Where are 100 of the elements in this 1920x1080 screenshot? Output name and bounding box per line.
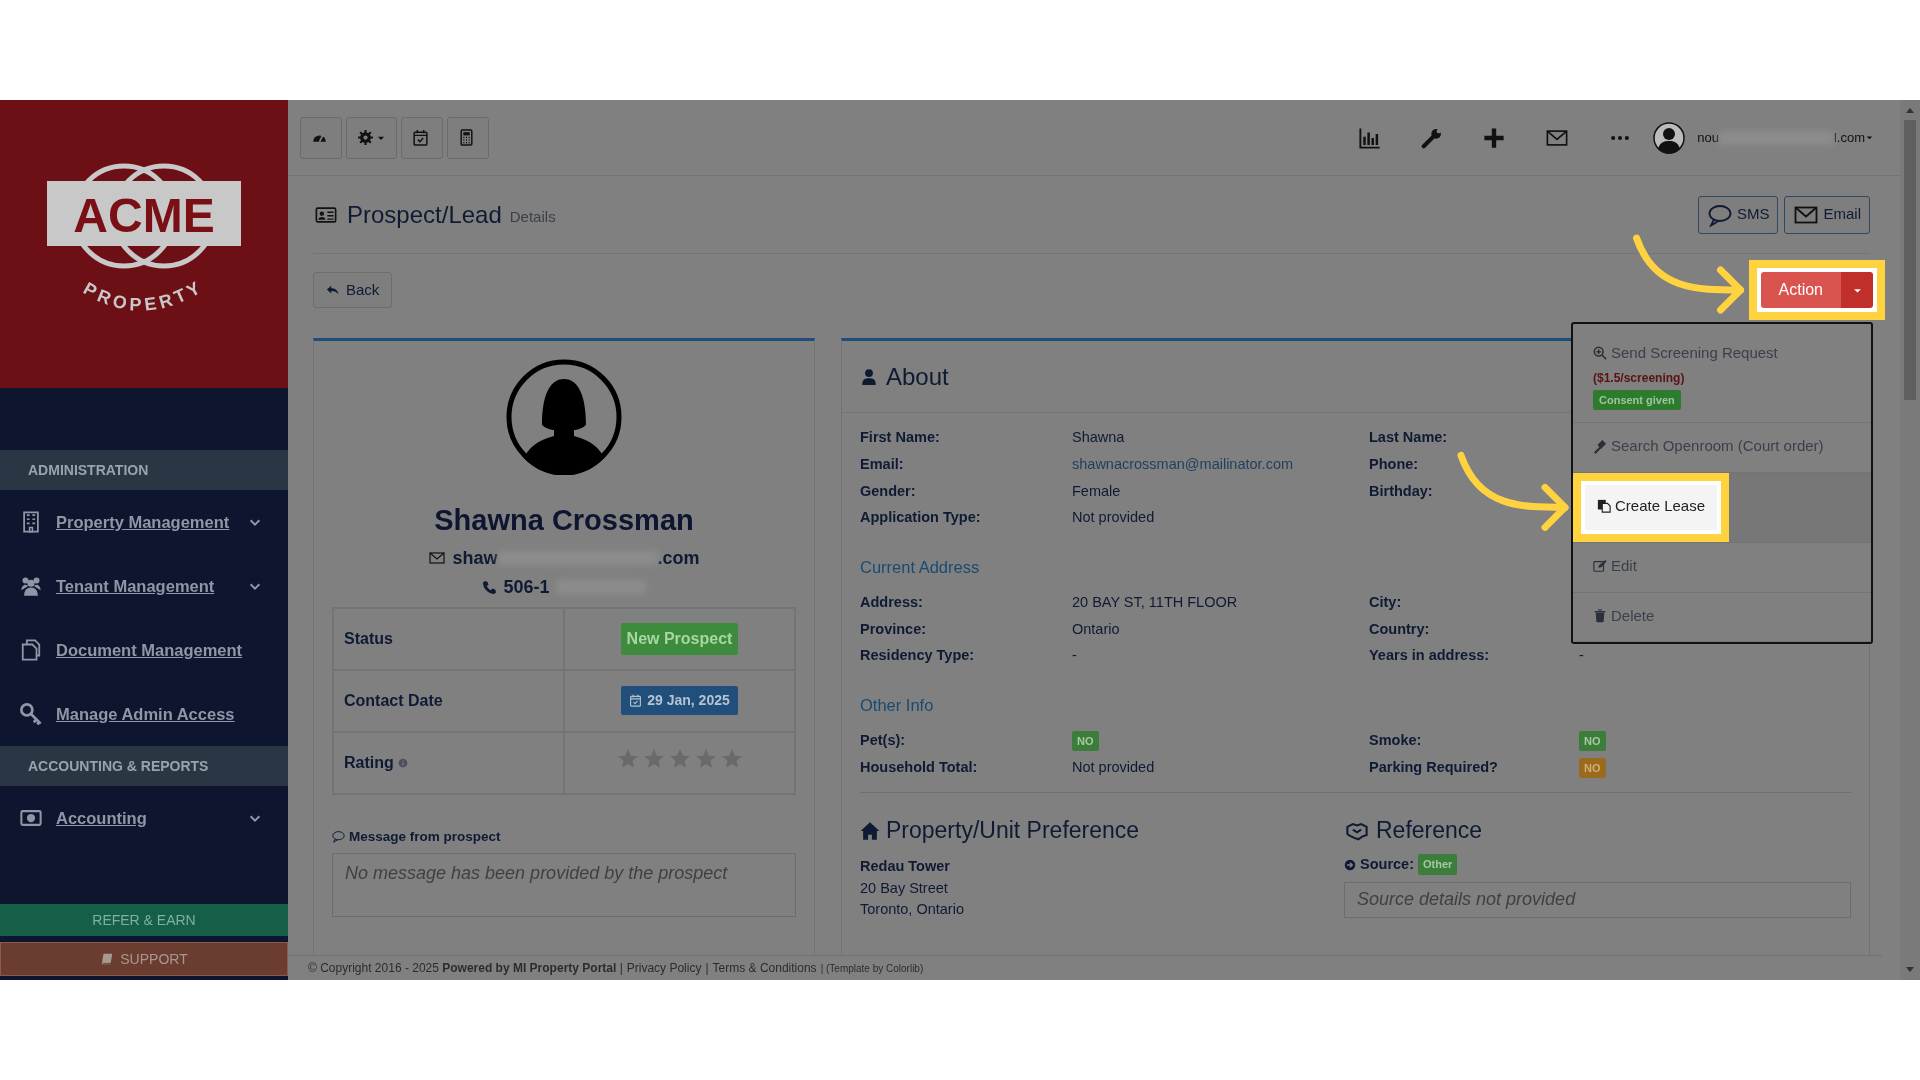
prospect-name: Shawna Crossman [434,503,694,538]
page-title: Prospect/Lead [347,199,502,230]
copy-icon [1597,499,1611,514]
calendar-icon [629,694,643,707]
sidebar-item[interactable]: Manage Admin Access [0,682,288,746]
field-label: Province: [860,619,927,639]
footer-link[interactable]: Privacy Policy [626,959,702,977]
field-value: - [1072,647,1077,664]
source-details-field[interactable]: Source details not provided [1344,881,1851,918]
person-icon [860,366,878,387]
sidebar-item[interactable]: Document Management [0,618,288,682]
edit-icon [1593,559,1607,573]
menu-item[interactable]: Send Screening Request [1593,342,1778,365]
people-icon [18,575,44,597]
field-label: Phone: [1369,454,1419,474]
field-label: First Name: [860,428,940,447]
section-heading: Other Info [860,695,934,716]
wrench-icon[interactable] [1421,126,1444,149]
section-title: About [886,361,949,392]
page-subtitle: Details [509,207,556,228]
refer-earn-button[interactable]: REFER & EARN [0,904,288,936]
scrollbar-thumb[interactable] [1904,120,1916,400]
field-label: Country: [1369,619,1430,639]
back-button[interactable]: Back [313,272,393,308]
field-value: Not provided [1072,758,1155,775]
field-label: Address: [860,592,923,612]
message-field[interactable]: No message has been provided by the prospect [332,852,796,917]
book-icon [100,952,115,966]
gavel-icon [1593,439,1607,454]
menu-item[interactable]: Delete [1573,592,1871,643]
speech-bubble-icon [1706,202,1733,227]
menu-item[interactable]: Create Lease [1585,485,1718,530]
banknote-icon [18,807,44,829]
action-button[interactable]: Action [1760,272,1841,308]
field-label: Household Total: [860,757,978,777]
envelope-icon [428,550,447,566]
consent-badge: Consent given [1593,389,1681,411]
date-badge: 29 Jan, 2025 [621,686,738,715]
field-label: Rating [344,752,394,773]
toolbar-button[interactable] [447,116,489,159]
field-label: Birthday: [1369,481,1433,501]
field-value: Female [1072,482,1121,499]
status-badge: New Prospect [620,622,739,655]
sidebar-section-header: ACCOUNTING & REPORTS [0,746,288,786]
field-label: Years in address: [1369,646,1490,666]
field-label: Status [333,607,564,670]
field-value: Not provided [1072,509,1155,526]
sms-button[interactable]: SMS [1697,195,1779,234]
section-heading: Current Address [860,557,980,578]
trash-icon [1593,608,1607,623]
email-text: shaw [452,546,498,570]
support-button[interactable]: SUPPORT [0,942,288,976]
field-label: Email: [860,454,904,474]
footer-text: | (Template by Colorlib) [820,961,924,976]
field-label: Residency Type: [860,646,975,666]
field-value: 20 BAY ST, 11TH FLOOR [1072,593,1238,610]
toolbar-button[interactable] [401,116,443,159]
field-label: Smoke: [1369,730,1422,750]
field-value: Shawna [1072,429,1125,445]
field-label: Last Name: [1369,428,1448,447]
no-badge: NO [1579,757,1606,778]
address-line: 20 Bay Street [860,878,949,898]
sidebar-section-header: ADMINISTRATION [0,450,288,490]
field-label: Gender: [860,481,916,501]
email-link[interactable]: shawnacrossman@mailinator.com [1072,455,1294,472]
toolbar-button[interactable] [346,116,397,159]
logo: ACME PROPERTY [44,154,244,334]
speech-bubble-icon [332,830,345,844]
zoom-in-icon [1593,346,1607,361]
key-icon [18,703,44,725]
field-label: Parking Required? [1369,757,1498,777]
sidebar-item[interactable]: Tenant Management [0,554,288,618]
source-badge: Other [1418,854,1458,875]
footer-link[interactable]: Terms & Conditions [712,959,817,977]
sidebar-item[interactable]: Property Management [0,490,288,554]
scrollbar[interactable] [1900,100,1920,980]
menu-item[interactable]: Edit [1573,542,1871,593]
property-name: Redau Tower [860,856,951,876]
bar-chart-icon[interactable] [1359,126,1382,149]
user-name[interactable]: nou [1697,127,1719,148]
email-button[interactable]: Email [1784,195,1870,234]
phone-icon [482,579,498,595]
plus-icon[interactable] [1483,126,1506,149]
calendar-icon [412,129,429,146]
section-title: Reference [1376,816,1483,846]
message-label: Message from prospect [349,827,501,846]
no-badge: NO [1579,730,1606,752]
footer-text: © Copyright 2016 - 2025 Powered by MI Property Portal | [308,960,623,977]
sidebar-item[interactable]: Accounting [0,786,288,850]
section-title: Property/Unit Preference [886,816,1140,846]
field-label: Contact Date [333,669,564,732]
settings-icon [357,129,374,146]
toolbar-button[interactable] [300,116,342,159]
field-value: Ontario [1072,620,1120,637]
field-label: Pet(s): [860,730,906,750]
user-name[interactable]: l.com [1833,127,1865,148]
scroll-up-icon[interactable] [1905,106,1915,114]
dropdown-toggle[interactable] [1841,272,1873,308]
field-label: Source: [1360,854,1414,874]
scroll-down-icon[interactable] [1905,966,1915,974]
